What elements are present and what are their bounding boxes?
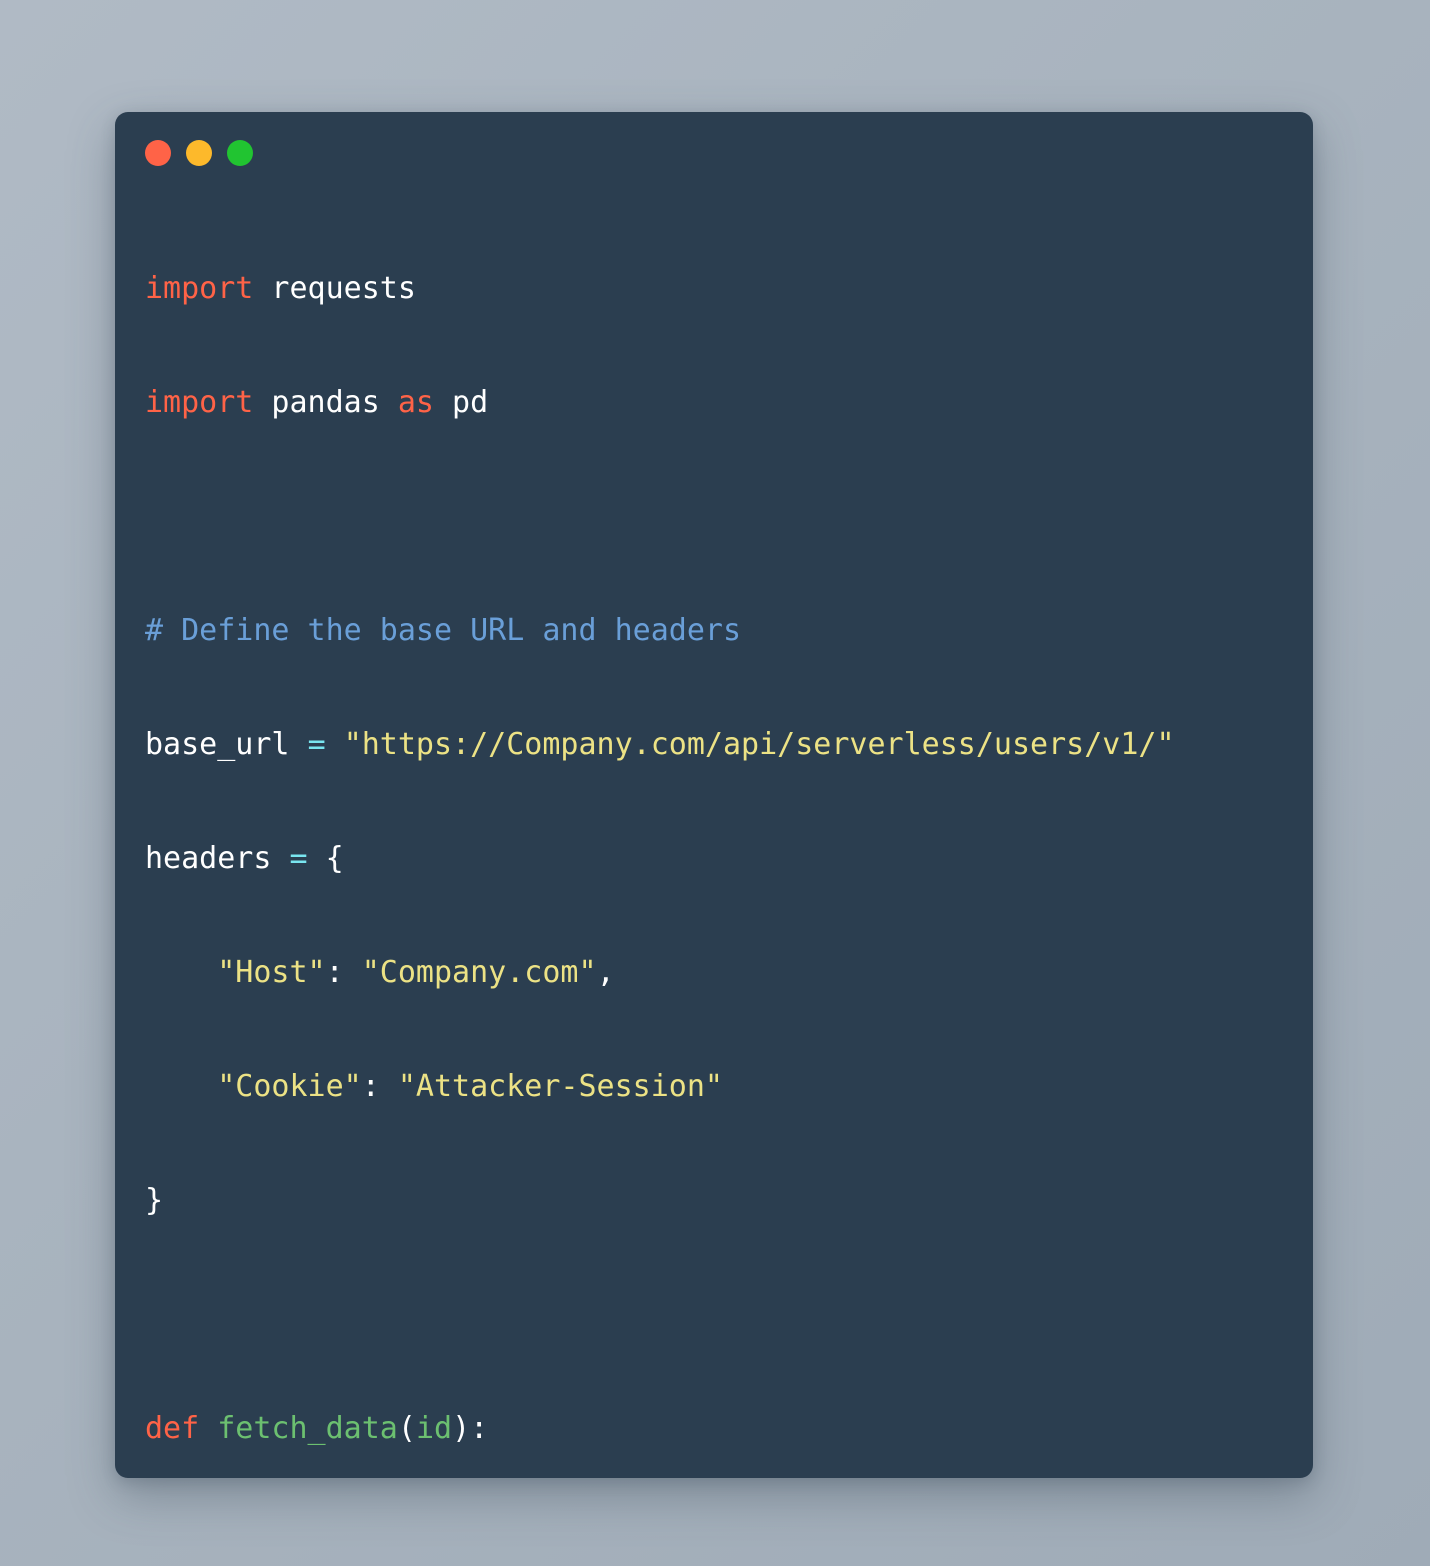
code-token-fn: fetch_data	[217, 1411, 398, 1446]
code-line: "Cookie": "Attacker-Session"	[145, 1068, 1313, 1106]
code-token-com: # Define the base URL and headers	[145, 613, 742, 648]
code-token-str: "Cookie"	[217, 1069, 362, 1104]
code-token-str: "Host"	[217, 955, 326, 990]
code-editor-window: import requests import pandas as pd # De…	[115, 112, 1313, 1478]
code-token-pl: :	[361, 1069, 398, 1104]
code-token-str: "https://Company.com/api/serverless/user…	[343, 727, 1175, 762]
code-token-str: "Company.com"	[361, 955, 597, 990]
code-line: # Define the base URL and headers	[145, 612, 1313, 650]
code-token-pl: {	[307, 841, 344, 876]
code-line: }	[145, 1182, 1313, 1220]
code-token-pl: base_url	[145, 727, 308, 762]
code-line: import pandas as pd	[145, 384, 1313, 422]
code-token-kw: as	[397, 385, 434, 420]
code-token-kw: def	[145, 1411, 200, 1446]
code-token-str: "Attacker-Session"	[397, 1069, 723, 1104]
code-token-pl: ):	[452, 1411, 489, 1446]
code-token-pl: :	[325, 955, 362, 990]
code-line: def fetch_data(id):	[145, 1410, 1313, 1448]
code-token-pl: (	[397, 1411, 416, 1446]
code-block[interactable]: import requests import pandas as pd # De…	[115, 194, 1313, 1478]
code-token-fn: id	[415, 1411, 453, 1446]
code-line: "Host": "Company.com",	[145, 954, 1313, 992]
code-line: headers = {	[145, 840, 1313, 878]
close-button[interactable]	[145, 140, 171, 166]
code-token-kw: import	[145, 271, 254, 306]
code-token-pl: ,	[596, 955, 615, 990]
code-token-pl: headers	[145, 841, 290, 876]
code-line: import requests	[145, 270, 1313, 308]
minimize-button[interactable]	[186, 140, 212, 166]
code-line: base_url = "https://Company.com/api/serv…	[145, 726, 1313, 764]
code-token-op: =	[307, 727, 326, 762]
code-token-kw: import	[145, 385, 254, 420]
code-token-pl: }	[145, 1183, 164, 1218]
code-token-pl: requests	[253, 271, 416, 306]
window-titlebar	[115, 112, 1313, 194]
code-token-pl: pandas	[253, 385, 398, 420]
code-token-pl: pd	[434, 385, 489, 420]
maximize-button[interactable]	[227, 140, 253, 166]
code-token-op: =	[289, 841, 308, 876]
